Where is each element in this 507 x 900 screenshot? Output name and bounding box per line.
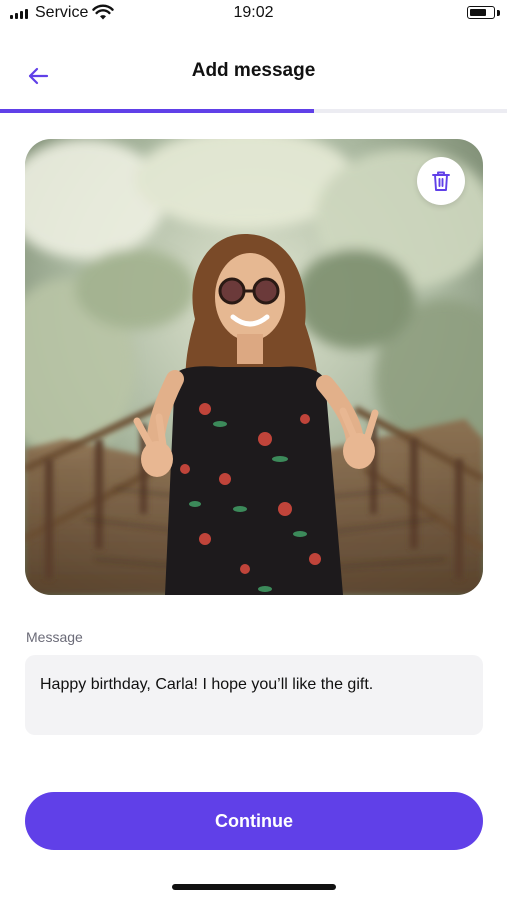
message-photo — [25, 139, 483, 595]
continue-button[interactable]: Continue — [25, 792, 483, 850]
status-bar: Service 19:02 — [0, 0, 507, 28]
delete-photo-button[interactable] — [417, 157, 465, 205]
progress-bar — [0, 109, 507, 113]
page-title: Add message — [191, 60, 316, 81]
message-field[interactable]: Happy birthday, Carla! I hope you’ll lik… — [25, 655, 483, 735]
nav-bar: Add message — [0, 44, 507, 106]
battery-cap — [497, 10, 500, 16]
trash-icon — [432, 171, 450, 191]
progress-fill — [0, 109, 315, 113]
home-indicator — [172, 884, 336, 890]
message-label: Message — [26, 629, 83, 645]
battery-icon — [467, 6, 495, 19]
photo-image — [25, 139, 483, 595]
status-time: 19:02 — [233, 4, 274, 21]
